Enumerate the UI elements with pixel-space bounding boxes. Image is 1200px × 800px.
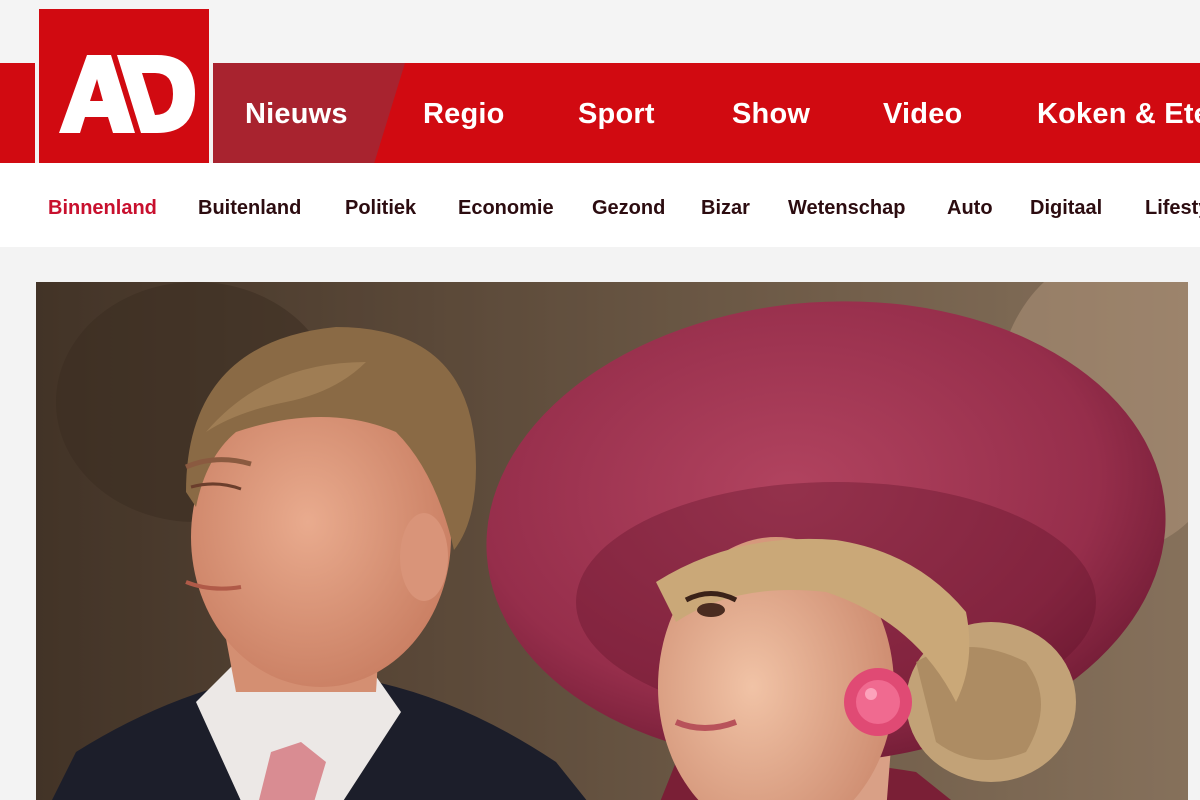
sub-nav: Binnenland Buitenland Politiek Economie … xyxy=(0,163,1200,247)
ad-logo-mark xyxy=(59,55,195,133)
sub-nav-item-lifestyle[interactable]: Lifestyle xyxy=(1145,163,1200,247)
sub-nav-item-wetenschap[interactable]: Wetenschap xyxy=(788,163,905,247)
sub-nav-item-economie[interactable]: Economie xyxy=(458,163,554,247)
sub-nav-item-bizar[interactable]: Bizar xyxy=(701,163,750,247)
sub-nav-item-gezond[interactable]: Gezond xyxy=(592,163,665,247)
main-nav: Nieuws Regio Sport Show Video Koken & Et… xyxy=(213,63,1200,163)
sub-nav-item-binnenland[interactable]: Binnenland xyxy=(48,163,157,247)
sub-nav-item-digitaal[interactable]: Digitaal xyxy=(1030,163,1102,247)
page: Nieuws Regio Sport Show Video Koken & Et… xyxy=(0,0,1200,800)
main-nav-item-show[interactable]: Show xyxy=(732,63,810,163)
sub-nav-item-auto[interactable]: Auto xyxy=(947,163,993,247)
main-nav-item-nieuws[interactable]: Nieuws xyxy=(245,63,348,163)
hero-photo[interactable] xyxy=(36,282,1188,800)
header-red-strip xyxy=(0,63,35,163)
sub-nav-item-buitenland[interactable]: Buitenland xyxy=(198,163,301,247)
hero-photo-image xyxy=(36,282,1188,800)
main-nav-item-regio[interactable]: Regio xyxy=(423,63,505,163)
site-logo[interactable] xyxy=(39,9,209,179)
sub-nav-item-politiek[interactable]: Politiek xyxy=(345,163,416,247)
main-nav-item-video[interactable]: Video xyxy=(883,63,962,163)
main-nav-item-koken-eten[interactable]: Koken & Eten xyxy=(1037,63,1200,163)
main-nav-item-sport[interactable]: Sport xyxy=(578,63,655,163)
